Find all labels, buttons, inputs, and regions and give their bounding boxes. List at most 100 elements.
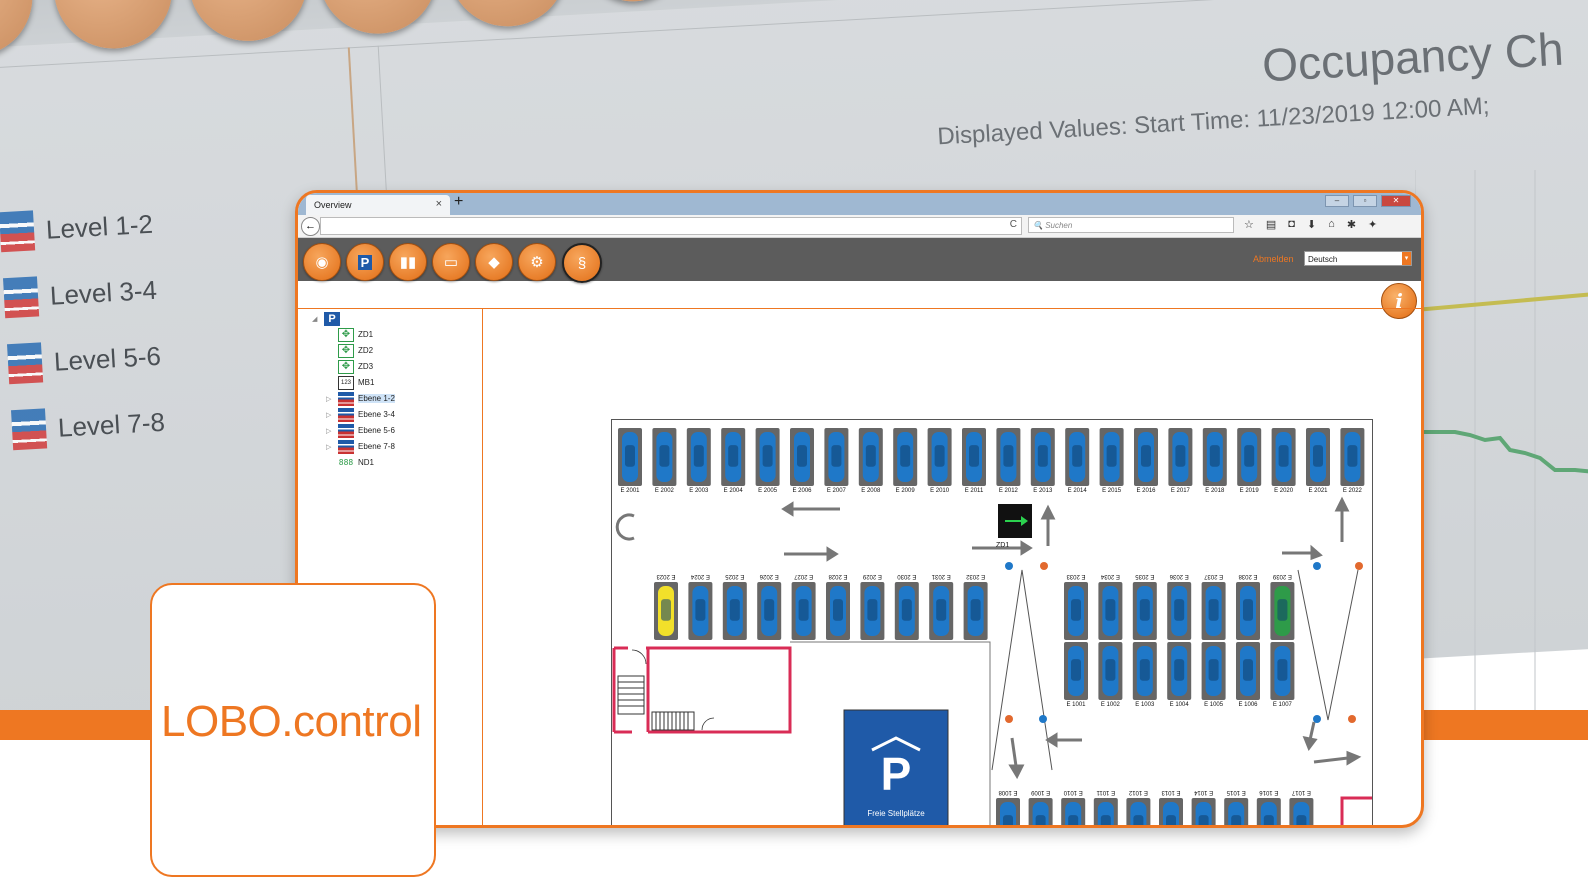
back-arrow-icon[interactable]: ← [301,217,320,236]
statistics-button[interactable]: ▮▮ [389,243,427,281]
pocket-icon[interactable]: ◘ [1288,218,1295,231]
parking-spot[interactable]: E 2019 [1237,428,1262,494]
maximize-icon[interactable]: ▫ [1353,195,1377,207]
language-select[interactable]: Deutsch ▾ [1304,251,1412,266]
tree-item-nd1[interactable]: 888 ND1 [338,455,374,470]
parking-spot[interactable]: E 2013 [1030,428,1055,494]
parking-spot[interactable]: E 2005 [755,428,780,494]
parking-spot[interactable]: E 1007 [1270,642,1295,708]
parking-button[interactable]: P [346,243,384,281]
parking-spot[interactable]: E 2018 [1202,428,1227,494]
parking-spot[interactable]: E 1009 [1028,789,1053,828]
parking-spot[interactable]: E 2028 [826,573,850,640]
parking-spot[interactable]: E 2025 [722,573,747,640]
parking-spot[interactable]: E 1003 [1132,642,1157,708]
parking-spot[interactable]: E 1016 [1256,789,1281,828]
parking-spot[interactable]: E 2016 [1134,428,1158,494]
parking-spot[interactable]: E 2017 [1168,428,1193,494]
tab-overview[interactable]: Overview × [306,195,450,215]
parking-spot[interactable]: E 2007 [824,428,849,494]
reload-icon[interactable]: C [1010,219,1017,230]
logout-link[interactable]: Abmelden [1253,254,1294,264]
parking-spot[interactable]: E 2015 [1099,428,1124,494]
tree-item-ebene-7-8[interactable]: ▷ Ebene 7-8 [326,439,395,454]
reading-list-icon[interactable]: ▤ [1266,218,1276,231]
parking-spot[interactable]: E 1011 [1093,789,1118,828]
parking-spot[interactable]: E 1004 [1167,642,1192,708]
home-icon[interactable]: ⌂ [1328,218,1335,231]
parking-spot[interactable]: E 1015 [1224,789,1249,828]
parking-spot[interactable]: E 2004 [721,428,746,494]
parking-spot[interactable]: E 1014 [1191,789,1216,828]
tree-root[interactable]: ◢ P [312,311,340,326]
parking-spot[interactable]: E 2026 [757,573,782,640]
chevron-down-icon: ▾ [1402,252,1411,265]
parking-spot[interactable]: E 2014 [1065,428,1090,494]
expand-icon[interactable]: ▷ [326,443,334,451]
parking-spot[interactable]: E 2027 [791,573,816,640]
parking-spot[interactable]: E 1012 [1126,789,1151,828]
new-tab-icon[interactable]: + [454,193,463,211]
info-button[interactable]: i [1381,283,1417,319]
settings-button[interactable]: ⚙ [518,243,556,281]
parking-spot[interactable]: E 1005 [1201,642,1226,708]
parking-spot[interactable]: E 2037 [1201,573,1226,640]
parking-spot[interactable]: E 2039 [1270,573,1295,640]
parking-spot[interactable]: E 2010 [927,428,952,494]
parking-spot[interactable]: E 1001 [1064,642,1088,708]
expand-icon[interactable]: ▷ [326,427,334,435]
tree-item-mb1[interactable]: 123 MB1 [338,375,374,390]
paragraph-button[interactable]: § [562,243,602,283]
download-icon[interactable]: ⬇ [1307,218,1316,231]
parking-spot[interactable]: E 2036 [1167,573,1192,640]
parking-spot[interactable]: E 2003 [686,428,711,494]
close-window-icon[interactable]: ✕ [1381,195,1411,207]
parking-spot[interactable]: E 2031 [929,573,954,640]
tree-item-ebene-3-4[interactable]: ▷ Ebene 3-4 [326,407,395,422]
parking-spot[interactable]: E 2022 [1340,428,1365,494]
parking-spot[interactable]: E 2011 [962,428,986,494]
parking-spot[interactable]: E 2034 [1098,573,1123,640]
parking-spot[interactable]: E 2024 [688,573,713,640]
tree-item-zd3[interactable]: ✥ ZD3 [338,359,373,374]
parking-spot[interactable]: E 2030 [894,573,919,640]
parking-spot[interactable]: E 1013 [1159,789,1183,828]
search-input[interactable]: 🔍 Suchen [1028,217,1234,233]
tree-item-ebene-5-6[interactable]: ▷ Ebene 5-6 [326,423,395,438]
tree-item-zd1[interactable]: ✥ ZD1 [338,327,373,342]
parking-spot[interactable]: E 2021 [1306,428,1330,494]
parking-spot[interactable]: E 2006 [790,428,814,494]
parking-spot[interactable]: E 1008 [996,789,1020,828]
parking-spot[interactable]: E 2008 [858,428,883,494]
expand-icon[interactable]: ▷ [326,411,334,419]
expand-icon[interactable]: ▷ [326,395,334,403]
parking-spot[interactable]: E 1002 [1098,642,1123,708]
parking-spot[interactable]: E 2038 [1236,573,1260,640]
parking-spot[interactable]: E 1010 [1061,789,1086,828]
addon-icon[interactable]: ✦ [1368,218,1377,231]
parking-spot[interactable]: E 2029 [860,573,885,640]
tree-item-zd2[interactable]: ✥ ZD2 [338,343,373,358]
extension-icon[interactable]: ✱ [1347,218,1356,231]
close-tab-icon[interactable]: × [436,198,442,210]
parking-spot[interactable]: E 2002 [652,428,677,494]
parking-spot[interactable]: E 2020 [1271,428,1296,494]
parking-spot[interactable]: E 2009 [893,428,918,494]
color-button[interactable]: ◆ [475,243,513,281]
collapse-icon[interactable]: ◢ [312,315,320,323]
minimize-icon[interactable]: – [1325,195,1349,207]
document-button[interactable]: ▭ [432,243,470,281]
tree-item-ebene-1-2[interactable]: ▷ Ebene 1-2 [326,391,395,406]
parking-spot[interactable]: E 2032 [963,573,988,640]
parking-spot[interactable]: E 1017 [1289,789,1314,828]
parking-spot[interactable]: E 2001 [618,428,642,494]
background-level-label: Level 3-4 [49,274,158,311]
parking-spot[interactable]: E 2033 [1064,573,1088,640]
dashboard-button[interactable]: ◉ [303,243,341,281]
parking-spot[interactable]: E 2035 [1132,573,1157,640]
bookmark-star-icon[interactable]: ☆ [1244,218,1254,231]
parking-spot[interactable]: E 1006 [1236,642,1260,708]
parking-spot[interactable]: E 2023 [654,573,678,640]
address-bar[interactable]: C [320,217,1022,235]
parking-spot[interactable]: E 2012 [996,428,1021,494]
